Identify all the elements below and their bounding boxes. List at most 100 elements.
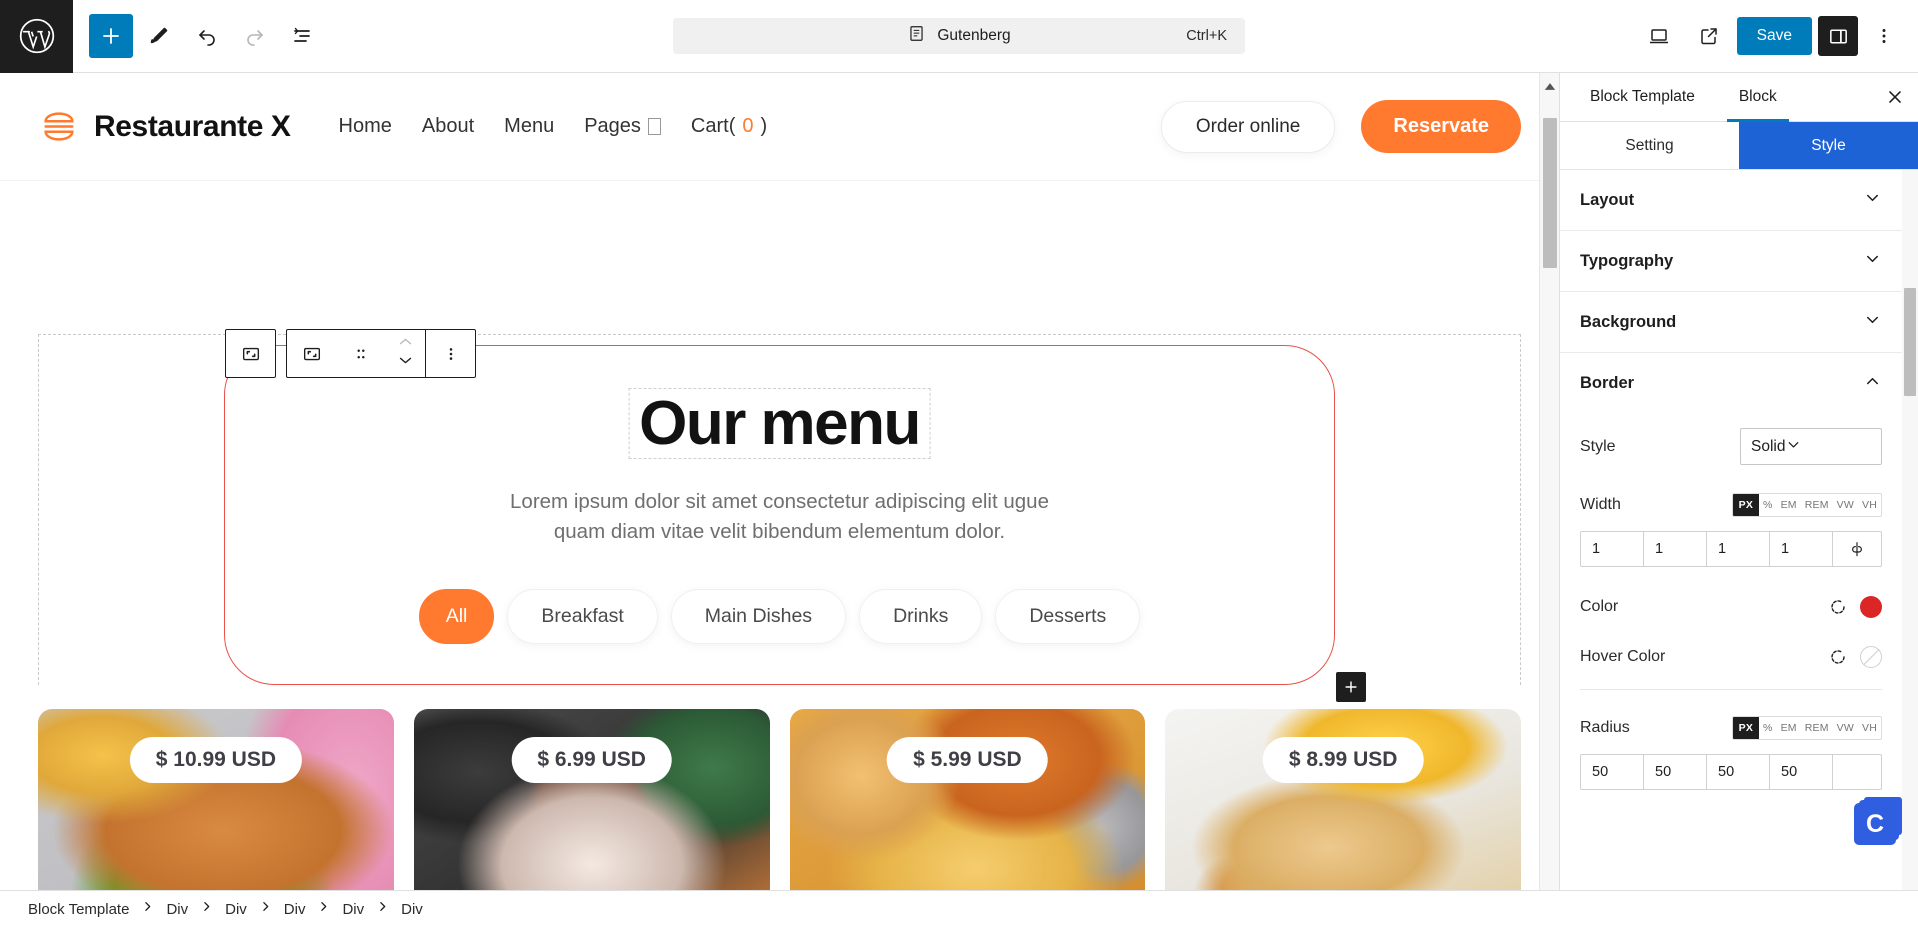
reset-icon[interactable] [1824, 643, 1852, 671]
border-color-label: Color [1580, 598, 1619, 615]
menu-card[interactable]: $ 8.99 USD [1165, 708, 1521, 890]
radius-bottom-left-input[interactable]: 50 [1770, 755, 1833, 789]
scroll-up-arrow-icon[interactable] [1544, 78, 1556, 96]
tab-setting[interactable]: Setting [1560, 122, 1739, 169]
add-block-inserter[interactable] [1336, 671, 1366, 702]
border-style-select[interactable]: Solid [1740, 428, 1882, 465]
border-width-label: Width [1580, 496, 1621, 513]
unit-vw[interactable]: VW [1833, 494, 1858, 516]
canvas-scrollbar[interactable] [1539, 73, 1559, 890]
border-width-inputs: 1 1 1 1 [1580, 531, 1882, 567]
unit-percent[interactable]: % [1759, 494, 1777, 516]
edit-tool-button[interactable] [137, 14, 181, 58]
nav-item-menu[interactable]: Menu [504, 115, 554, 138]
tab-block[interactable]: Block [1717, 73, 1799, 122]
panel-background[interactable]: Background [1560, 292, 1902, 353]
border-width-right-input[interactable]: 1 [1644, 532, 1707, 566]
unlink-sides-icon[interactable] [1833, 532, 1881, 566]
desktop-preview-icon[interactable] [1637, 14, 1681, 58]
breadcrumb-item-div-2[interactable]: Div [225, 901, 247, 918]
radius-bottom-right-input[interactable]: 50 [1707, 755, 1770, 789]
floating-c-badge[interactable]: C [1854, 803, 1896, 845]
unlink-corners-icon[interactable] [1833, 755, 1881, 789]
unit-em[interactable]: EM [1777, 494, 1801, 516]
filter-desserts[interactable]: Desserts [995, 588, 1141, 644]
close-icon[interactable] [1872, 73, 1918, 121]
border-hover-color-swatch[interactable] [1860, 646, 1882, 668]
editor-options-icon[interactable] [1864, 14, 1904, 58]
wordpress-logo-icon[interactable] [0, 0, 73, 73]
nav-item-cart[interactable]: Cart(0) [691, 115, 767, 138]
drag-handle-icon[interactable] [336, 330, 385, 377]
command-bar[interactable]: Gutenberg Ctrl+K [673, 18, 1245, 54]
price-badge: $ 6.99 USD [511, 736, 672, 783]
border-width-unit-group: PX % EM REM VW VH [1731, 493, 1882, 517]
page-title[interactable]: Our menu [628, 388, 931, 460]
menu-card[interactable]: $ 6.99 USD [413, 708, 770, 890]
undo-button[interactable] [185, 14, 229, 58]
border-width-left-input[interactable]: 1 [1770, 532, 1833, 566]
border-color-swatch[interactable] [1860, 596, 1882, 618]
nav-item-about[interactable]: About [422, 115, 474, 138]
panel-border[interactable]: Border [1560, 353, 1902, 414]
breadcrumb-item-div-3[interactable]: Div [284, 901, 306, 918]
chevron-down-icon[interactable] [397, 354, 414, 372]
external-link-icon[interactable] [1687, 14, 1731, 58]
tab-style[interactable]: Style [1739, 122, 1918, 169]
save-button[interactable]: Save [1736, 17, 1812, 55]
selected-block[interactable]: Our menu Lorem ipsum dolor sit amet cons… [224, 345, 1366, 702]
intro-line-1: Lorem ipsum dolor sit amet consectetur a… [510, 490, 1049, 514]
menu-card[interactable]: $ 10.99 USD [38, 708, 394, 890]
price-badge: $ 10.99 USD [129, 736, 302, 783]
panel-typography[interactable]: Typography [1560, 231, 1902, 292]
sidebar-scrollbar-thumb[interactable] [1904, 288, 1916, 396]
site-brand[interactable]: Restaurante X [38, 106, 291, 148]
intro-line-2: quam diam vitae velit bibendum elementum… [553, 520, 1006, 544]
breadcrumb-item-div-4[interactable]: Div [342, 901, 364, 918]
unit-percent[interactable]: % [1759, 717, 1777, 739]
unit-px[interactable]: PX [1732, 717, 1760, 739]
filter-main-dishes[interactable]: Main Dishes [670, 588, 847, 644]
breadcrumb-item-div-1[interactable]: Div [166, 901, 188, 918]
select-parent-block-icon[interactable] [226, 330, 275, 377]
nav-item-pages[interactable]: Pages [584, 115, 661, 138]
border-radius-row: Radius PX % EM REM VW VH [1560, 690, 1902, 746]
unit-rem[interactable]: REM [1801, 717, 1833, 739]
radius-top-left-input[interactable]: 50 [1581, 755, 1644, 789]
filter-all[interactable]: All [418, 588, 495, 644]
sidebar-scrollbar[interactable] [1902, 170, 1918, 890]
chevron-right-icon [200, 900, 213, 918]
reset-icon[interactable] [1824, 593, 1852, 621]
group-block-icon[interactable] [287, 330, 336, 377]
radius-top-right-input[interactable]: 50 [1644, 755, 1707, 789]
chevron-up-icon[interactable] [397, 335, 414, 353]
filter-drinks[interactable]: Drinks [859, 588, 983, 644]
unit-rem[interactable]: REM [1801, 494, 1833, 516]
site-header-actions: Order online Reservate [1160, 100, 1521, 153]
reservate-button[interactable]: Reservate [1361, 100, 1521, 153]
unit-vh[interactable]: VH [1858, 717, 1881, 739]
breadcrumb-item-div-5[interactable]: Div [401, 901, 423, 918]
canvas-scrollbar-thumb[interactable] [1543, 118, 1557, 268]
block-options-icon[interactable] [426, 330, 475, 377]
unit-em[interactable]: EM [1777, 717, 1801, 739]
tab-block-template[interactable]: Block Template [1568, 73, 1717, 121]
menu-card[interactable]: $ 5.99 USD [789, 708, 1146, 890]
unit-vh[interactable]: VH [1858, 494, 1881, 516]
panel-typography-title: Typography [1580, 251, 1674, 270]
filter-breakfast[interactable]: Breakfast [507, 588, 658, 644]
add-block-button[interactable] [89, 14, 133, 58]
redo-button[interactable] [233, 14, 277, 58]
breadcrumb-item-block-template[interactable]: Block Template [28, 901, 129, 918]
chevron-down-icon [647, 118, 661, 135]
unit-px[interactable]: PX [1732, 494, 1760, 516]
order-online-button[interactable]: Order online [1160, 100, 1336, 153]
sidebar-toggle-button[interactable] [1818, 16, 1858, 56]
panel-layout[interactable]: Layout [1560, 170, 1902, 231]
intro-paragraph: Lorem ipsum dolor sit amet consectetur a… [225, 487, 1334, 547]
nav-item-home[interactable]: Home [339, 115, 392, 138]
list-view-button[interactable] [281, 14, 325, 58]
border-width-bottom-input[interactable]: 1 [1707, 532, 1770, 566]
unit-vw[interactable]: VW [1833, 717, 1858, 739]
border-width-top-input[interactable]: 1 [1581, 532, 1644, 566]
